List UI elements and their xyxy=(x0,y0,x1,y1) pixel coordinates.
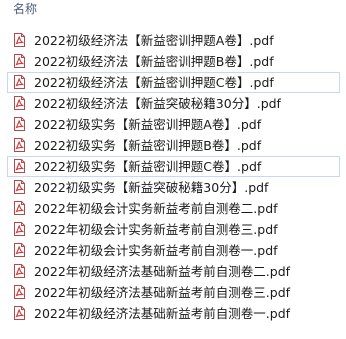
pdf-file-icon xyxy=(14,285,25,299)
file-name: 2022年初级经济法基础新益考前自测卷三.pdf xyxy=(34,285,291,300)
pdf-file-icon xyxy=(14,243,25,257)
file-row[interactable]: 2022年初级会计实务新益考前自测卷二.pdf xyxy=(7,198,340,219)
file-row[interactable]: 2022初级经济法【新益密训押题C卷】.pdf xyxy=(7,72,340,93)
file-row[interactable]: 2022初级实务【新益密训押题C卷】.pdf xyxy=(7,156,340,177)
file-name: 2022年初级经济法基础新益考前自测卷二.pdf xyxy=(34,264,291,279)
file-row[interactable]: 2022初级经济法【新益密训押题B卷】.pdf xyxy=(7,51,340,72)
pdf-file-icon xyxy=(14,159,25,173)
file-list: 2022初级经济法【新益密训押题A卷】.pdf 2022初级经济法【新益密训押题B… xyxy=(0,30,346,324)
file-name: 2022初级经济法【新益突破秘籍30分】.pdf xyxy=(34,96,281,111)
file-name: 2022年初级经济法基础新益考前自测卷一.pdf xyxy=(34,306,291,321)
file-name: 2022年初级会计实务新益考前自测卷一.pdf xyxy=(34,243,278,258)
pdf-file-icon xyxy=(14,180,25,194)
file-row[interactable]: 2022初级经济法【新益突破秘籍30分】.pdf xyxy=(7,93,340,114)
file-name: 2022初级经济法【新益密训押题B卷】.pdf xyxy=(34,54,274,69)
file-row[interactable]: 2022初级实务【新益密训押题B卷】.pdf xyxy=(7,135,340,156)
column-header[interactable]: 名称 xyxy=(0,0,346,24)
pdf-file-icon xyxy=(14,75,25,89)
file-name: 2022初级实务【新益突破秘籍30分】.pdf xyxy=(34,180,269,195)
file-row[interactable]: 2022年初级会计实务新益考前自测卷一.pdf xyxy=(7,240,340,261)
pdf-file-icon xyxy=(14,138,25,152)
file-name: 2022初级经济法【新益密训押题C卷】.pdf xyxy=(34,75,274,90)
pdf-file-icon xyxy=(14,264,25,278)
file-name: 2022初级实务【新益密训押题B卷】.pdf xyxy=(34,138,262,153)
file-name: 2022年初级会计实务新益考前自测卷二.pdf xyxy=(34,201,278,216)
file-row[interactable]: 2022初级实务【新益密训押题A卷】.pdf xyxy=(7,114,340,135)
file-row[interactable]: 2022初级实务【新益突破秘籍30分】.pdf xyxy=(7,177,340,198)
file-name: 2022初级实务【新益密训押题A卷】.pdf xyxy=(34,117,262,132)
file-explorer-pane: 名称 2022初级经济法【新益密训押题A卷】.pdf 2022初级经济法【新益密训… xyxy=(0,0,346,339)
file-row[interactable]: 2022年初级会计实务新益考前自测卷三.pdf xyxy=(7,219,340,240)
pdf-file-icon xyxy=(14,96,25,110)
pdf-file-icon xyxy=(14,306,25,320)
file-row[interactable]: 2022年初级经济法基础新益考前自测卷一.pdf xyxy=(7,303,340,324)
file-name: 2022初级经济法【新益密训押题A卷】.pdf xyxy=(34,33,274,48)
file-row[interactable]: 2022初级经济法【新益密训押题A卷】.pdf xyxy=(7,30,340,51)
file-name: 2022初级实务【新益密训押题C卷】.pdf xyxy=(34,159,262,174)
name-column-header[interactable]: 名称 xyxy=(13,1,37,17)
pdf-file-icon xyxy=(14,33,25,47)
pdf-file-icon xyxy=(14,222,25,236)
pdf-file-icon xyxy=(14,201,25,215)
pdf-file-icon xyxy=(14,54,25,68)
file-name: 2022年初级会计实务新益考前自测卷三.pdf xyxy=(34,222,278,237)
file-row[interactable]: 2022年初级经济法基础新益考前自测卷三.pdf xyxy=(7,282,340,303)
file-row[interactable]: 2022年初级经济法基础新益考前自测卷二.pdf xyxy=(7,261,340,282)
pdf-file-icon xyxy=(14,117,25,131)
